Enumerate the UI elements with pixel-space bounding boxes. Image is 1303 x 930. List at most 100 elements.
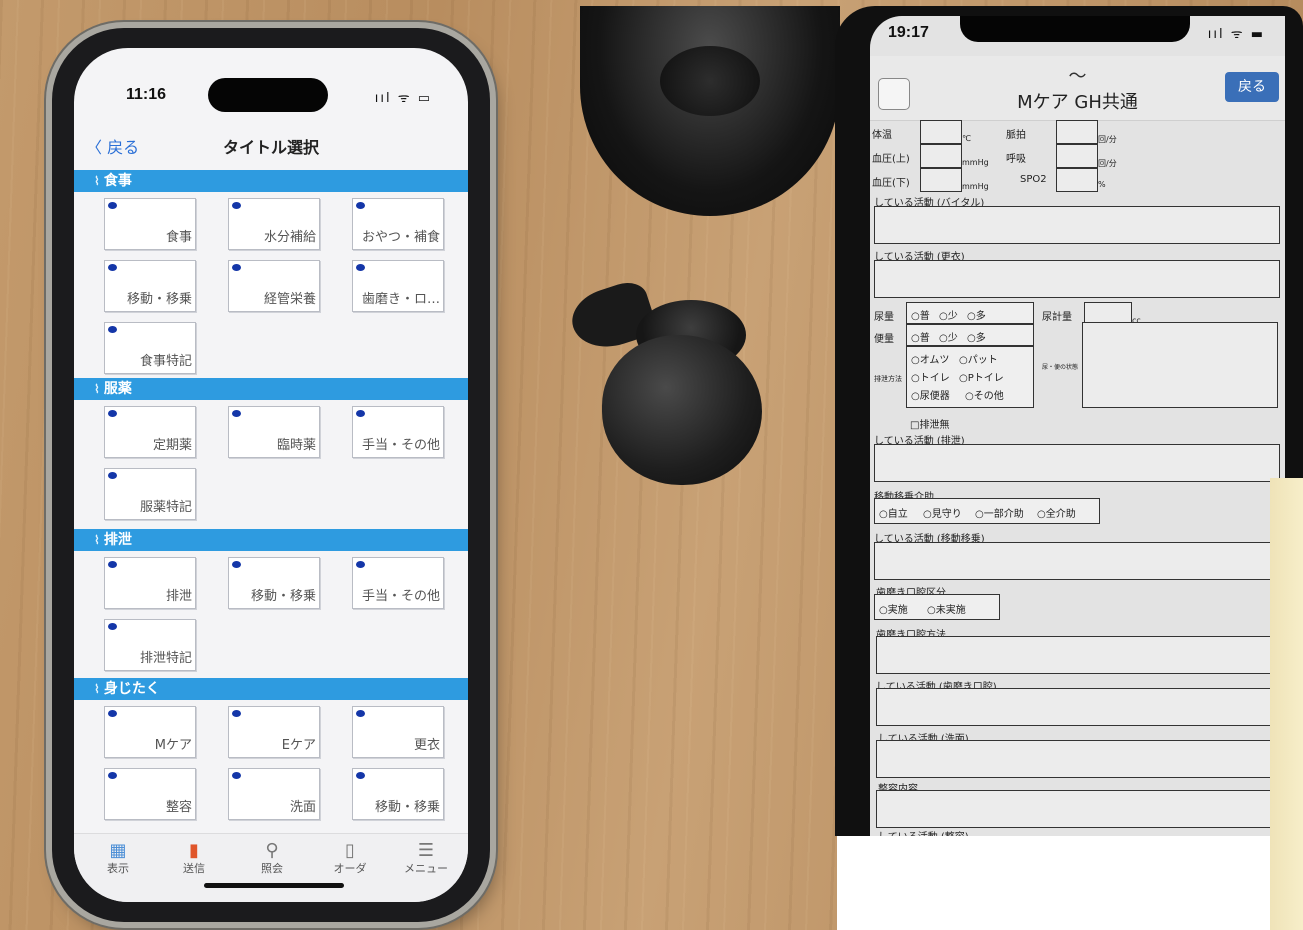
tab-send[interactable]: ▮ 送信: [164, 840, 224, 876]
option-bedpan[interactable]: ○尿便器: [911, 387, 950, 402]
section-title: 排泄: [103, 532, 132, 548]
resp-label: 呼吸: [1006, 154, 1026, 165]
title-tile[interactable]: 手当・その他: [352, 557, 444, 609]
option-toilet[interactable]: ○トイレ: [911, 369, 950, 384]
bp-high-input[interactable]: [920, 144, 962, 168]
temp-input[interactable]: [920, 120, 962, 144]
oral-done[interactable]: ○実施: [879, 601, 908, 616]
display-icon: ▦: [109, 840, 127, 861]
urine-meter-label: 尿計量: [1042, 312, 1072, 323]
no-excretion-checkbox[interactable]: □排泄無: [910, 416, 949, 431]
title-tile[interactable]: 移動・移乗: [352, 768, 444, 820]
pulse-input[interactable]: [1056, 120, 1098, 144]
title-tile[interactable]: 経管栄養: [228, 260, 320, 312]
tab-order[interactable]: ▯ オーダ: [320, 840, 380, 876]
title-tile[interactable]: 移動・移乗: [104, 260, 196, 312]
title-tile[interactable]: おやつ・補食: [352, 198, 444, 250]
dot-icon: [356, 264, 365, 271]
title-tile[interactable]: 洗面: [228, 768, 320, 820]
dot-icon: [108, 472, 117, 479]
urine-meter-input[interactable]: [1084, 302, 1132, 324]
title-tile[interactable]: 定期薬: [104, 406, 196, 458]
activity-dress-input[interactable]: [874, 260, 1280, 298]
spo2-label: SPO2: [1020, 174, 1047, 185]
activity-excretion-input[interactable]: [874, 444, 1280, 482]
bp-low-input[interactable]: [920, 168, 962, 192]
temp-label: 体温: [872, 130, 892, 141]
tab-menu[interactable]: ☰ メニュー: [396, 840, 456, 876]
title-tile[interactable]: 歯磨き・ロ…: [352, 260, 444, 312]
stool-state-label: 尿・便の状態: [1042, 364, 1079, 371]
transfer-watch[interactable]: ○見守り: [923, 505, 962, 520]
bp-high-label: 血圧(上): [872, 154, 910, 165]
resp-input[interactable]: [1056, 144, 1098, 168]
transfer-independent[interactable]: ○自立: [879, 505, 908, 520]
stool-option-normal[interactable]: ○普: [911, 329, 930, 344]
paperclip-icon: ⌇: [94, 682, 100, 696]
temp-unit: ℃: [962, 134, 971, 143]
option-pad[interactable]: ○パット: [959, 351, 998, 366]
title-tile[interactable]: 水分補給: [228, 198, 320, 250]
section-header-meal: ⌇ 食事: [74, 170, 468, 192]
dot-icon: [232, 561, 241, 568]
title-tile[interactable]: 食事: [104, 198, 196, 250]
activity-vital-input[interactable]: [874, 206, 1280, 244]
stool-option-little[interactable]: ○少: [939, 329, 958, 344]
transfer-partial[interactable]: ○一部介助: [975, 505, 1024, 520]
option-diaper[interactable]: ○オムツ: [911, 351, 949, 366]
status-icons: ııl ᯤ ▬: [1207, 27, 1265, 42]
title-tile[interactable]: 排泄: [104, 557, 196, 609]
activity-wash-input[interactable]: [876, 740, 1280, 778]
back-button[interactable]: 〈 戻る: [86, 134, 139, 158]
activity-oral-input[interactable]: [876, 688, 1280, 726]
urine-option-much[interactable]: ○多: [967, 307, 986, 322]
grooming-input[interactable]: [876, 790, 1280, 828]
paperclip-icon: ⌇: [94, 382, 100, 396]
urine-option-little[interactable]: ○少: [939, 307, 958, 322]
dot-icon: [232, 264, 241, 271]
spo2-input[interactable]: [1056, 168, 1098, 192]
title-tile[interactable]: 服薬特記: [104, 468, 196, 520]
resp-unit: 回/分: [1098, 159, 1117, 168]
section-title: 食事: [103, 173, 132, 189]
stool-option-much[interactable]: ○多: [967, 329, 986, 344]
tile-label: 服薬特記: [139, 500, 192, 515]
tab-label: 表示: [107, 862, 129, 875]
notch: [960, 16, 1190, 42]
title-tile[interactable]: 臨時薬: [228, 406, 320, 458]
tab-display[interactable]: ▦ 表示: [88, 840, 148, 876]
transfer-full[interactable]: ○全介助: [1037, 505, 1076, 520]
tab-label: 照会: [261, 862, 283, 875]
stool-options: ○普 ○少 ○多: [906, 324, 1034, 346]
title-tile[interactable]: Mケア: [104, 706, 196, 758]
back-label: 戻る: [107, 138, 140, 157]
tab-label: 送信: [183, 862, 205, 875]
tile-label: 排泄特記: [139, 651, 192, 666]
back-button[interactable]: 戻る: [1225, 72, 1279, 102]
title-tile[interactable]: 食事特記: [104, 322, 196, 374]
oral-not-done[interactable]: ○未実施: [927, 601, 966, 616]
option-portable-toilet[interactable]: ○Pトイレ: [959, 369, 1004, 384]
tile-label: 洗面: [289, 800, 316, 815]
paperclip-icon: ⌇: [94, 174, 100, 188]
tab-label: オーダ: [333, 862, 367, 875]
tile-label: 定期薬: [152, 438, 192, 453]
urine-label: 尿量: [874, 312, 894, 323]
title-tile[interactable]: 排泄特記: [104, 619, 196, 671]
dot-icon: [108, 710, 117, 717]
title-tile[interactable]: 移動・移乗: [228, 557, 320, 609]
title-tile[interactable]: 整容: [104, 768, 196, 820]
tab-search[interactable]: ⚲ 照会: [242, 840, 302, 876]
title-tile[interactable]: 手当・その他: [352, 406, 444, 458]
tab-label: メニュー: [404, 862, 448, 875]
oral-method-input[interactable]: [876, 636, 1280, 674]
stool-state-input[interactable]: [1082, 322, 1278, 408]
title-tile[interactable]: 更衣: [352, 706, 444, 758]
option-other[interactable]: ○その他: [965, 387, 1004, 402]
title-tile[interactable]: Eケア: [228, 706, 320, 758]
activity-transfer-input[interactable]: [874, 542, 1280, 580]
section-title: 身じたく: [103, 681, 160, 697]
tile-label: 更衣: [413, 738, 440, 753]
home-indicator: [204, 883, 344, 888]
urine-option-normal[interactable]: ○普: [911, 307, 930, 322]
